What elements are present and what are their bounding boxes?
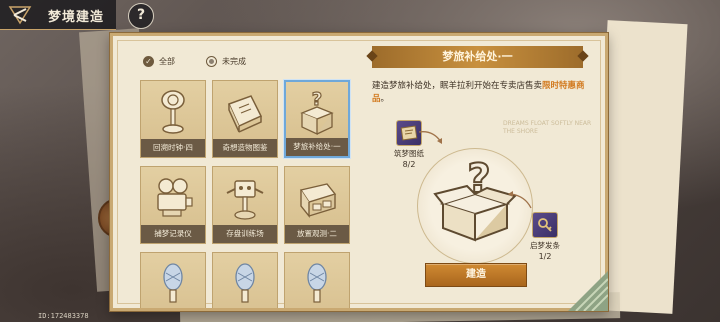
- material-count: 8/2: [402, 160, 416, 169]
- decorative-watermark: DREAMS FLOAT SOFTLY NEAR THE SHORE: [503, 120, 592, 135]
- item-label: 奇想造物图鉴: [213, 139, 277, 157]
- item-label: 存盘训练场: [213, 225, 277, 243]
- machine-icon: [285, 173, 349, 223]
- training-dummy-icon: [213, 173, 277, 223]
- item-card[interactable]: [284, 252, 350, 308]
- build-panel: 全部 未完成 回溯时钟·四: [110, 33, 608, 311]
- back-button[interactable]: [6, 3, 40, 27]
- item-card[interactable]: 存盘训练场: [212, 166, 278, 244]
- item-card-selected[interactable]: ? 梦旅补给处·一: [284, 80, 350, 158]
- item-card[interactable]: 回溯时钟·四: [140, 80, 206, 158]
- book-icon: [213, 87, 277, 137]
- item-card[interactable]: 捕梦记录仪: [140, 166, 206, 244]
- detail-title: 梦旅补给处·一: [372, 46, 583, 68]
- item-label: 放置观测·二: [285, 225, 349, 243]
- corner-decoration: [568, 271, 608, 311]
- player-id: ID:172483378: [38, 312, 89, 320]
- item-card[interactable]: [140, 252, 206, 308]
- crystal-lamp-icon: [141, 259, 205, 308]
- curved-arrow-icon: [508, 191, 532, 209]
- back-arrow-icon: [8, 6, 32, 25]
- item-grid: 回溯时钟·四 奇想造物图鉴 ? 梦旅补给处·一 捕梦记录仪 存盘训练场 放置观测…: [140, 80, 350, 308]
- material-name: 启梦发条: [530, 241, 560, 250]
- item-card[interactable]: 奇想造物图鉴: [212, 80, 278, 158]
- item-card[interactable]: 放置观测·二: [284, 166, 350, 244]
- curved-arrow-icon: [418, 131, 442, 144]
- material-name: 筑梦图纸: [394, 149, 424, 158]
- item-card[interactable]: [212, 252, 278, 308]
- material-count: 1/2: [538, 252, 552, 261]
- desc-text: 建造梦旅补给处，眠羊拉利开始在专卖店售卖: [372, 81, 543, 91]
- top-bar: 梦境建造: [0, 0, 116, 30]
- key-icon: [532, 212, 558, 238]
- hourglass-icon: [141, 87, 205, 137]
- crystal-lamp-icon: [285, 259, 349, 308]
- mystery-box-icon: ?: [286, 88, 348, 138]
- projector-icon: [141, 173, 205, 223]
- item-list-viewport[interactable]: 回溯时钟·四 奇想造物图鉴 ? 梦旅补给处·一 捕梦记录仪 存盘训练场 放置观测…: [113, 36, 373, 308]
- desc-end: 。: [380, 94, 390, 104]
- crystal-lamp-icon: [213, 259, 277, 308]
- item-label: 捕梦记录仪: [141, 225, 205, 243]
- material-key[interactable]: 启梦发条 1/2: [525, 212, 565, 261]
- item-label: 回溯时钟·四: [141, 139, 205, 157]
- page-title: 梦境建造: [48, 10, 105, 25]
- help-button[interactable]: ?: [128, 3, 154, 29]
- build-button[interactable]: 建造: [425, 263, 527, 287]
- detail-description: 建造梦旅补给处，眠羊拉利开始在专卖店售卖限时特惠商品。: [372, 80, 594, 106]
- item-label: 梦旅补给处·一: [286, 138, 348, 156]
